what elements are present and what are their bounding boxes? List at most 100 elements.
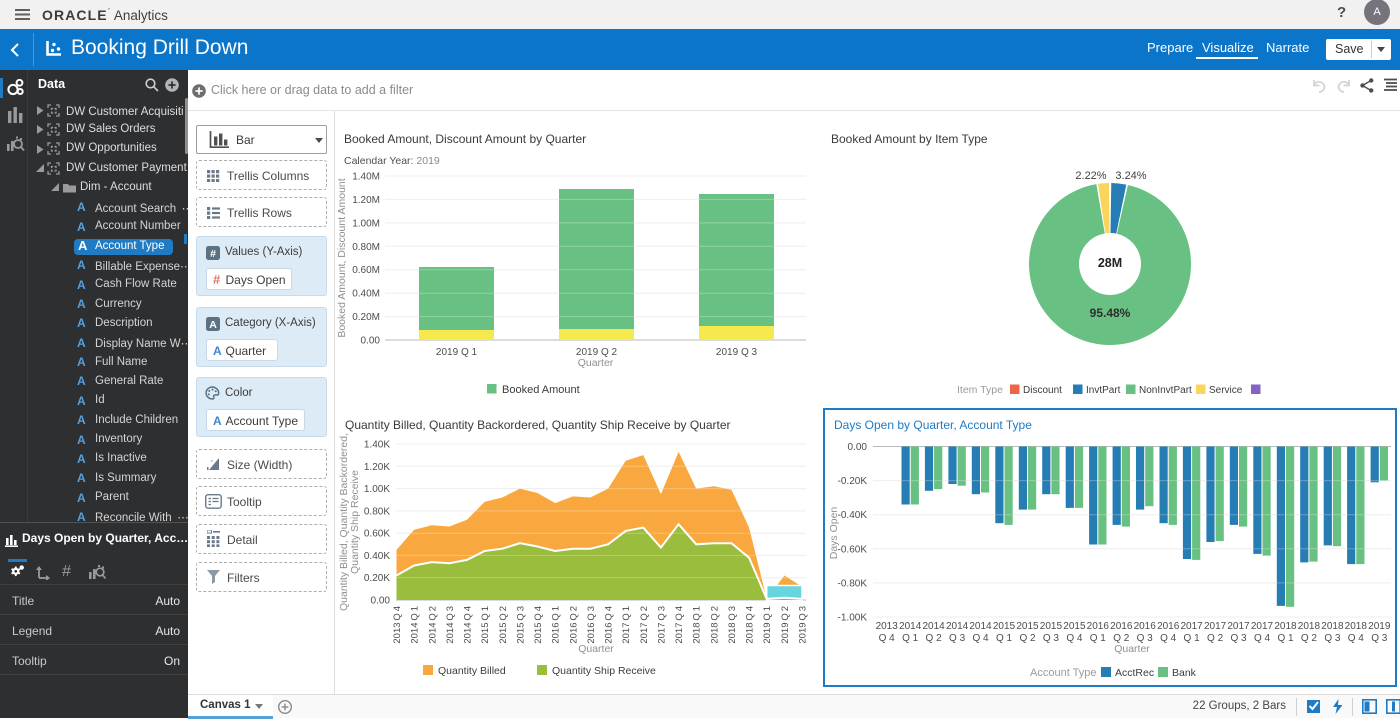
svg-text:2015 Q 3: 2015 Q 3 xyxy=(515,606,526,644)
svg-text:2015 Q 4: 2015 Q 4 xyxy=(533,606,544,644)
svg-text:95.48%: 95.48% xyxy=(1090,306,1131,320)
svg-text:2019 Q 1: 2019 Q 1 xyxy=(436,347,478,358)
svg-text:2018 Q 3: 2018 Q 3 xyxy=(727,606,738,644)
svg-text:0.40K: 0.40K xyxy=(364,551,390,562)
svg-text:Q 4: Q 4 xyxy=(1066,633,1083,644)
svg-text:2.22%: 2.22% xyxy=(1075,170,1106,182)
svg-text:2019 Q 3: 2019 Q 3 xyxy=(798,606,809,644)
svg-text:3.24%: 3.24% xyxy=(1115,170,1146,182)
svg-text:Item Type: Item Type xyxy=(957,384,1003,396)
svg-text:2014: 2014 xyxy=(922,621,945,632)
svg-text:Service: Service xyxy=(1209,385,1243,396)
svg-text:Q 4: Q 4 xyxy=(1254,633,1271,644)
svg-text:Q 4: Q 4 xyxy=(972,633,989,644)
svg-text:2014 Q 3: 2014 Q 3 xyxy=(445,606,456,644)
svg-text:Calendar Year: 2019: Calendar Year: 2019 xyxy=(344,155,440,167)
svg-text:0.60M: 0.60M xyxy=(352,265,380,276)
svg-text:2019 Q 2: 2019 Q 2 xyxy=(780,606,791,644)
svg-text:2016: 2016 xyxy=(1134,621,1157,632)
svg-text:Q 1: Q 1 xyxy=(996,633,1013,644)
svg-text:2015: 2015 xyxy=(1040,621,1063,632)
svg-text:2013: 2013 xyxy=(876,621,899,632)
svg-text:Quarter: Quarter xyxy=(578,643,614,655)
svg-text:Q 4: Q 4 xyxy=(1160,633,1177,644)
svg-text:Q 1: Q 1 xyxy=(1184,633,1201,644)
svg-text:NonInvtPart: NonInvtPart xyxy=(1139,385,1192,396)
svg-text:Quarter: Quarter xyxy=(1114,643,1150,655)
svg-text:2017: 2017 xyxy=(1227,621,1250,632)
svg-text:2017: 2017 xyxy=(1180,621,1203,632)
svg-text:1.00M: 1.00M xyxy=(352,218,380,229)
svg-text:2014: 2014 xyxy=(899,621,922,632)
svg-text:Booked Amount by Item Type: Booked Amount by Item Type xyxy=(831,132,988,146)
svg-text:-1.00K: -1.00K xyxy=(838,613,868,624)
svg-text:Q 3: Q 3 xyxy=(1371,633,1388,644)
svg-text:Q 2: Q 2 xyxy=(1019,633,1036,644)
svg-text:Q 2: Q 2 xyxy=(926,633,943,644)
svg-text:2017: 2017 xyxy=(1251,621,1274,632)
svg-text:-0.80K: -0.80K xyxy=(838,578,868,589)
svg-text:2019 Q 1: 2019 Q 1 xyxy=(762,606,773,644)
svg-text:AcctRec: AcctRec xyxy=(1115,667,1154,679)
svg-text:2017 Q 2: 2017 Q 2 xyxy=(639,606,650,644)
svg-text:1.40M: 1.40M xyxy=(352,172,380,183)
svg-text:1.20M: 1.20M xyxy=(352,195,380,206)
svg-text:0.80M: 0.80M xyxy=(352,242,380,253)
svg-text:Q 4: Q 4 xyxy=(879,633,896,644)
svg-text:#: # xyxy=(210,248,216,260)
svg-text:-0.60K: -0.60K xyxy=(838,544,868,555)
svg-text:Q 3: Q 3 xyxy=(1043,633,1060,644)
svg-text:A: A xyxy=(209,319,217,331)
svg-text:2015 Q 1: 2015 Q 1 xyxy=(480,606,491,644)
svg-text:1.00K: 1.00K xyxy=(364,484,390,495)
svg-text:2016 Q 3: 2016 Q 3 xyxy=(586,606,597,644)
svg-text:-0.20K: -0.20K xyxy=(838,476,868,487)
svg-text:Days Open: Days Open xyxy=(828,507,840,560)
svg-text:2014 Q 1: 2014 Q 1 xyxy=(410,606,421,644)
svg-text:2017: 2017 xyxy=(1204,621,1227,632)
svg-text:Booked Amount: Booked Amount xyxy=(502,384,580,396)
svg-text:2015: 2015 xyxy=(1016,621,1039,632)
svg-text:2014 Q 4: 2014 Q 4 xyxy=(463,606,474,644)
svg-text:2018 Q 1: 2018 Q 1 xyxy=(692,606,703,644)
svg-text:0.80K: 0.80K xyxy=(364,506,390,517)
svg-text:2018: 2018 xyxy=(1345,621,1368,632)
svg-text:0.40M: 0.40M xyxy=(352,289,380,300)
svg-text:2018 Q 2: 2018 Q 2 xyxy=(709,606,720,644)
svg-text:2016: 2016 xyxy=(1110,621,1133,632)
svg-text:Quantity Ship Receive: Quantity Ship Receive xyxy=(349,470,361,574)
svg-text:2016 Q 2: 2016 Q 2 xyxy=(568,606,579,644)
svg-text:Account Type: Account Type xyxy=(1030,667,1096,679)
svg-text:Quantity Ship Receive: Quantity Ship Receive xyxy=(552,665,656,677)
svg-text:2014: 2014 xyxy=(969,621,992,632)
svg-text:Q 1: Q 1 xyxy=(1277,633,1294,644)
svg-text:Q 3: Q 3 xyxy=(949,633,966,644)
svg-text:InvtPart: InvtPart xyxy=(1086,385,1121,396)
svg-text:2016 Q 4: 2016 Q 4 xyxy=(604,606,615,644)
svg-text:0.00: 0.00 xyxy=(848,442,868,453)
svg-text:0.00: 0.00 xyxy=(371,596,391,607)
svg-text:2013 Q 4: 2013 Q 4 xyxy=(392,606,403,644)
svg-text:2016: 2016 xyxy=(1157,621,1180,632)
svg-text:2019 Q 3: 2019 Q 3 xyxy=(716,347,758,358)
svg-text:2018: 2018 xyxy=(1321,621,1344,632)
svg-text:2017 Q 4: 2017 Q 4 xyxy=(674,606,685,644)
svg-text:Q 2: Q 2 xyxy=(1301,633,1318,644)
svg-text:2017 Q 1: 2017 Q 1 xyxy=(621,606,632,644)
svg-text:0.20M: 0.20M xyxy=(352,312,380,323)
svg-text:0.00: 0.00 xyxy=(361,336,381,347)
svg-text:Quantity Billed, Quantity Back: Quantity Billed, Quantity Backordered, Q… xyxy=(345,418,731,432)
svg-text:0.20K: 0.20K xyxy=(364,573,390,584)
svg-text:Q 1: Q 1 xyxy=(1090,633,1107,644)
svg-text:2018: 2018 xyxy=(1274,621,1297,632)
svg-text:0.60K: 0.60K xyxy=(364,529,390,540)
svg-text:2018: 2018 xyxy=(1298,621,1321,632)
svg-text:Q 3: Q 3 xyxy=(1324,633,1341,644)
svg-text:Booked Amount, Discount Amount: Booked Amount, Discount Amount by Quarte… xyxy=(344,132,586,146)
svg-text:2017 Q 3: 2017 Q 3 xyxy=(656,606,667,644)
svg-text:1.20K: 1.20K xyxy=(364,462,390,473)
svg-text:1.40K: 1.40K xyxy=(364,440,390,451)
svg-text:2016 Q 1: 2016 Q 1 xyxy=(551,606,562,644)
svg-text:-0.40K: -0.40K xyxy=(838,510,868,521)
svg-text:Q 1: Q 1 xyxy=(902,633,919,644)
